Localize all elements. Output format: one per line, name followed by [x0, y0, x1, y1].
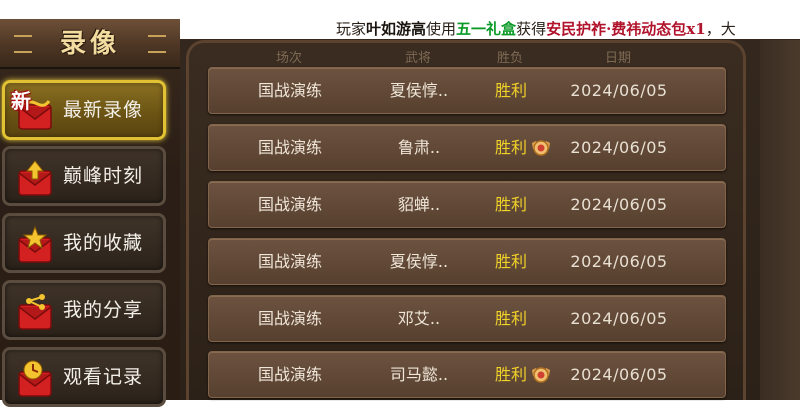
menu-item-label: 观看记录 — [63, 366, 144, 388]
cell-result: 胜利 — [494, 252, 528, 271]
menu-item-0[interactable]: 新 最新录像 — [2, 80, 166, 140]
cell-mode: 国战演练 — [257, 81, 323, 100]
mvp-badge-icon — [530, 364, 552, 386]
cell-mode: 国战演练 — [257, 309, 323, 328]
announcement-got: 获得 — [516, 20, 547, 38]
table-row[interactable]: 国战演练 貂蝉.. 胜利 2024/06/05 — [208, 181, 726, 228]
menu-item-label: 巅峰时刻 — [63, 165, 144, 187]
menu-item-4[interactable]: 观看记录 — [2, 347, 166, 407]
cell-date: 2024/06/05 — [570, 309, 668, 328]
announcement-tail: ，大 — [705, 20, 736, 38]
table-row[interactable]: 国战演练 鲁肃.. 胜利 2024/06/05 — [208, 124, 726, 171]
menu-item-1[interactable]: 巅峰时刻 — [2, 146, 166, 206]
announcement-item: 五一礼盒 — [456, 20, 517, 38]
cell-date: 2024/06/05 — [570, 252, 668, 271]
new-badge: 新 — [11, 89, 31, 113]
announcement-player: 叶如游高 — [366, 20, 427, 38]
announcement-reward: 安民护祚·费祎动态包x1 — [546, 20, 706, 38]
announcement-marquee: 玩家叶如游高使用五一礼盒获得安民护祚·费祎动态包x1，大 — [336, 19, 800, 39]
left-panel — [0, 19, 180, 400]
menu-item-label: 我的分享 — [63, 299, 144, 321]
header-date: 日期 — [604, 51, 632, 66]
red-envelope-share-icon — [15, 291, 55, 331]
cell-mode: 国战演练 — [257, 252, 323, 271]
cell-date: 2024/06/05 — [570, 138, 668, 157]
cell-result: 胜利 — [494, 309, 528, 328]
table-header: 场次 武将 胜负 日期 — [0, 43, 800, 66]
top-margin — [0, 0, 800, 19]
cell-mode: 国战演练 — [257, 365, 323, 384]
cell-general: 夏侯惇.. — [389, 252, 449, 271]
red-envelope-up-arrow-icon — [15, 157, 55, 197]
announcement-prefix: 玩家 — [336, 20, 367, 38]
cell-result: 胜利 — [494, 138, 528, 157]
cell-general: 鲁肃.. — [397, 138, 441, 157]
menu-item-label: 我的收藏 — [63, 232, 144, 254]
cell-date: 2024/06/05 — [570, 365, 668, 384]
cell-general: 夏侯惇.. — [389, 81, 449, 100]
table-row[interactable]: 国战演练 司马懿.. 胜利 2024/06/05 — [208, 351, 726, 398]
menu-item-label: 最新录像 — [63, 99, 144, 121]
header-result: 胜负 — [496, 51, 524, 66]
cell-general: 邓艾.. — [397, 309, 441, 328]
cell-general: 司马懿.. — [389, 365, 449, 384]
red-envelope-star-icon — [15, 224, 55, 264]
cell-mode: 国战演练 — [257, 195, 323, 214]
cell-mode: 国战演练 — [257, 138, 323, 157]
table-row[interactable]: 国战演练 夏侯惇.. 胜利 2024/06/05 — [208, 67, 726, 114]
header-general: 武将 — [404, 51, 432, 66]
cell-general: 貂蝉.. — [397, 195, 441, 214]
right-edge-frame — [760, 40, 800, 400]
menu-item-2[interactable]: 我的收藏 — [2, 213, 166, 273]
menu-item-3[interactable]: 我的分享 — [2, 280, 166, 340]
cell-date: 2024/06/05 — [570, 195, 668, 214]
cell-result: 胜利 — [494, 195, 528, 214]
announcement-verb: 使用 — [426, 20, 457, 38]
mvp-badge-icon — [530, 137, 552, 159]
header-mode: 场次 — [275, 51, 303, 66]
table-row[interactable]: 国战演练 夏侯惇.. 胜利 2024/06/05 — [208, 238, 726, 285]
cell-result: 胜利 — [494, 81, 528, 100]
red-envelope-clock-icon — [15, 358, 55, 398]
new-red-envelope-icon: 新 — [11, 89, 55, 131]
cell-date: 2024/06/05 — [570, 81, 668, 100]
cell-result: 胜利 — [494, 365, 528, 384]
table-row[interactable]: 国战演练 邓艾.. 胜利 2024/06/05 — [208, 295, 726, 342]
